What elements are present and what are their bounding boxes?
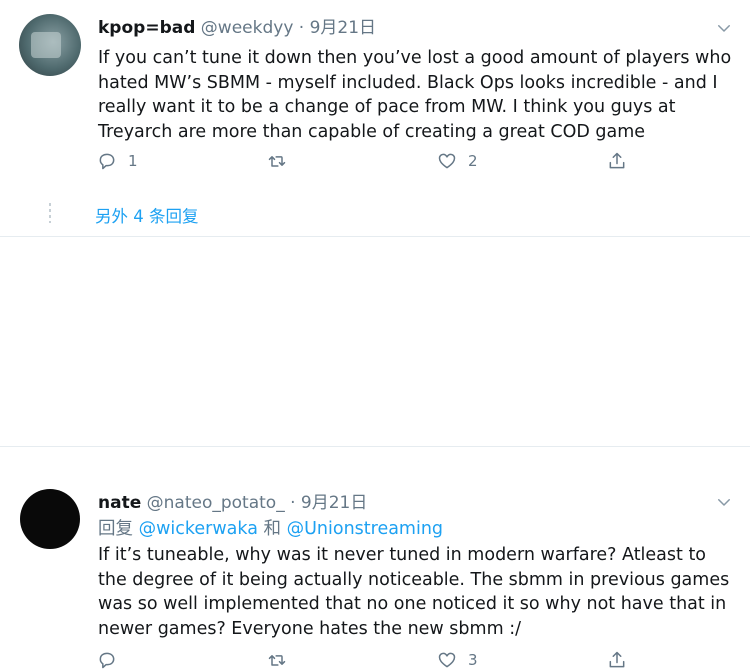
tweet-text: If you can’t tune it down then you’ve lo…	[98, 48, 732, 142]
display-name[interactable]: nate	[98, 493, 141, 513]
retweet-button[interactable]	[267, 650, 437, 670]
replying-to: 回复 @wickerwaka 和 @Unionstreaming	[98, 517, 443, 541]
avatar[interactable]	[19, 14, 81, 76]
chevron-down-icon[interactable]	[715, 493, 733, 511]
like-icon	[438, 153, 456, 169]
tweet-text: If it’s tuneable, why was it never tuned…	[98, 545, 730, 639]
user-handle[interactable]: @nateo_potato_	[147, 493, 285, 513]
separator: ·	[290, 493, 296, 513]
mention-link[interactable]: @wickerwaka	[139, 519, 258, 539]
tweet-header: nate @nateo_potato_ · 9月21日	[98, 492, 367, 514]
share-button[interactable]	[607, 151, 750, 171]
tweet-date[interactable]: 9月21日	[310, 18, 376, 38]
tweet-2[interactable]: nate @nateo_potato_ · 9月21日 回复 @wickerwa…	[0, 237, 750, 669]
tweet-1[interactable]: kpop=bad @weekdyy · 9月21日 If you can’t t…	[0, 0, 750, 237]
reply-prefix: 回复	[98, 519, 133, 539]
tweet-header: kpop=bad @weekdyy · 9月21日	[98, 17, 376, 39]
separator: ·	[298, 18, 305, 38]
share-button[interactable]	[607, 650, 750, 670]
user-handle[interactable]: @weekdyy	[201, 18, 294, 38]
display-name[interactable]: kpop=bad	[98, 18, 195, 38]
share-icon	[609, 152, 625, 169]
reply-icon	[99, 153, 115, 170]
avatar[interactable]	[20, 489, 80, 549]
tweet-actions: 1 2	[97, 151, 750, 171]
tweet-date[interactable]: 9月21日	[301, 493, 367, 513]
mention-link[interactable]: @Unionstreaming	[287, 519, 443, 539]
conjunction: 和	[263, 519, 282, 539]
reply-icon	[99, 652, 115, 669]
chevron-down-icon[interactable]	[715, 19, 733, 37]
retweet-button[interactable]	[267, 151, 437, 171]
like-count: 2	[468, 152, 478, 170]
tweet-actions: 3	[97, 650, 750, 670]
share-icon	[609, 651, 625, 668]
show-more-replies-link[interactable]: 另外 4 条回复	[95, 203, 199, 227]
thread-connector	[49, 203, 51, 223]
reply-button[interactable]: 1	[97, 151, 267, 171]
retweet-icon	[268, 156, 286, 167]
like-icon	[438, 652, 456, 668]
reply-button[interactable]	[97, 650, 267, 670]
retweet-icon	[268, 655, 286, 666]
like-button[interactable]: 3	[437, 650, 607, 670]
reply-count: 1	[128, 152, 138, 170]
like-count: 3	[468, 651, 478, 669]
like-button[interactable]: 2	[437, 151, 607, 171]
